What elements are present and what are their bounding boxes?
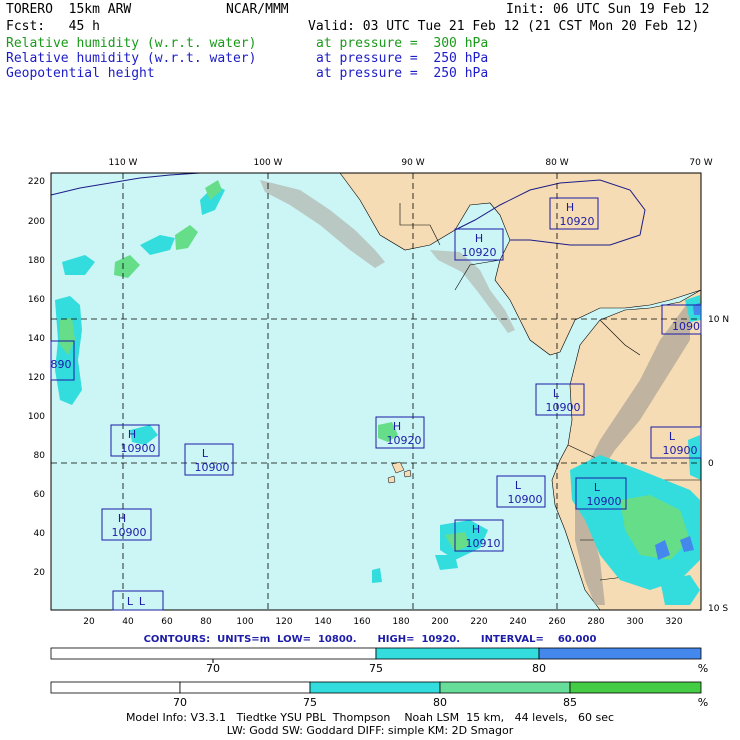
x-tick: 280: [587, 617, 604, 627]
svg-text:L: L: [553, 387, 560, 400]
x-tick: 240: [509, 617, 526, 627]
y-tick: 60: [34, 490, 46, 500]
weather-map: 110 W 100 W 90 W 80 W 70 W 10 N 0 10 S 2…: [28, 158, 729, 709]
colorbar-1-label: 80: [532, 662, 546, 675]
y-tick: 100: [28, 412, 45, 422]
lon-label-70w: 70 W: [689, 158, 712, 168]
y-tick: 140: [28, 334, 45, 344]
x-tick: 40: [122, 617, 134, 627]
colorbar-2-label: 70: [173, 696, 187, 709]
colorbar-250hpa: 70 75 80 %: [50, 647, 708, 675]
svg-text:10900: 10900: [663, 444, 698, 457]
x-tick: 300: [626, 617, 643, 627]
svg-text:10910: 10910: [466, 537, 501, 550]
y-tick: 160: [28, 295, 45, 305]
model-info-line-2: LW: Godd SW: Goddard DIFF: simple KM: 2D…: [226, 724, 514, 737]
svg-text:L: L: [515, 479, 522, 492]
svg-text:H: H: [472, 523, 480, 536]
x-tick: 180: [392, 617, 409, 627]
y-tick: 120: [28, 373, 45, 383]
colorbar-2-unit: %: [698, 696, 708, 709]
x-tick: 160: [353, 617, 370, 627]
x-tick: 220: [470, 617, 487, 627]
svg-text:L: L: [202, 447, 209, 460]
y-tick: 40: [34, 529, 46, 539]
y-tick: 180: [28, 256, 45, 266]
colorbar-1-label: 70: [206, 662, 220, 675]
x-tick: 60: [161, 617, 173, 627]
lon-label-80w: 80 W: [545, 158, 568, 168]
x-tick: 200: [431, 617, 448, 627]
svg-text:L: L: [594, 481, 601, 494]
svg-text:10900: 10900: [508, 493, 543, 506]
model-info-line-1: Model Info: V3.3.1 Tiedtke YSU PBL Thomp…: [125, 711, 615, 724]
lat-label-10s: 10 S: [708, 604, 728, 614]
lat-label-0: 0: [708, 459, 714, 469]
svg-text:10900: 10900: [546, 401, 581, 414]
svg-text:10900: 10900: [121, 442, 156, 455]
svg-text:H: H: [566, 201, 574, 214]
svg-text:10900: 10900: [195, 461, 230, 474]
x-tick: 120: [275, 617, 292, 627]
svg-text:10920: 10920: [560, 215, 595, 228]
svg-text:L: L: [669, 430, 676, 443]
x-tick: 260: [548, 617, 565, 627]
x-tick: 140: [314, 617, 331, 627]
colorbar-2-label: 85: [563, 696, 577, 709]
colorbar-2-label: 80: [433, 696, 447, 709]
y-tick: 220: [28, 177, 45, 187]
svg-text:10900: 10900: [112, 526, 147, 539]
colorbar-1-unit: %: [698, 662, 708, 675]
svg-text:890: 890: [51, 358, 72, 371]
svg-text:H: H: [475, 232, 483, 245]
contour-info: CONTOURS: UNITS=m LOW= 10800. HIGH= 1092…: [143, 634, 597, 645]
x-tick: 20: [83, 617, 95, 627]
svg-text:10900: 10900: [587, 495, 622, 508]
svg-text:L: L: [127, 595, 134, 608]
colorbar-1-label: 75: [369, 662, 383, 675]
svg-text:H: H: [118, 512, 126, 525]
svg-text:H: H: [128, 428, 136, 441]
x-axis-ticks: 20 40 60 80 100 120 140 160 180 200 220 …: [83, 617, 683, 627]
y-axis-ticks: 220 200 180 160 140 120 100 80 60 40 20: [28, 177, 45, 578]
svg-text:L: L: [139, 595, 146, 608]
colorbar-2-label: 75: [303, 696, 317, 709]
y-tick: 200: [28, 217, 45, 227]
svg-text:10920: 10920: [462, 246, 497, 259]
x-tick: 320: [665, 617, 682, 627]
lon-label-100w: 100 W: [254, 158, 283, 168]
x-tick: 100: [236, 617, 253, 627]
svg-text:H: H: [393, 420, 401, 433]
y-tick: 20: [34, 568, 46, 578]
lon-label-90w: 90 W: [401, 158, 424, 168]
y-tick: 80: [34, 451, 46, 461]
svg-text:10920: 10920: [387, 434, 422, 447]
svg-text:1090: 1090: [672, 320, 700, 333]
x-tick: 80: [200, 617, 212, 627]
colorbar-300hpa: 70 75 80 85 %: [50, 681, 708, 709]
lon-label-110w: 110 W: [109, 158, 138, 168]
lat-label-10n: 10 N: [708, 315, 729, 325]
